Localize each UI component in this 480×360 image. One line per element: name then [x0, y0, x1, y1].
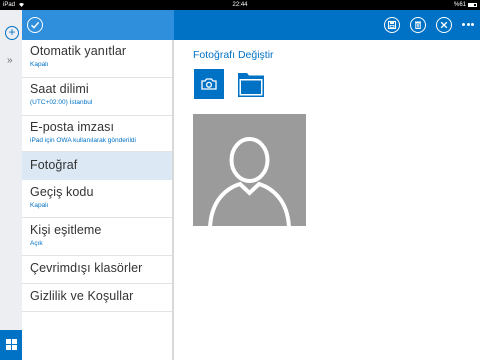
take-photo-button[interactable] — [194, 69, 224, 99]
settings-item-label: Çevrimdışı klasörler — [30, 261, 143, 275]
app-grid-icon — [6, 339, 17, 350]
content-header — [174, 10, 480, 40]
settings-item-sub: Açık — [30, 240, 43, 247]
status-bar: iPad 22:44 %61 — [0, 0, 480, 10]
check-circle-icon[interactable] — [27, 17, 43, 33]
avatar — [193, 114, 306, 226]
status-time: 22:44 — [232, 2, 248, 8]
battery-icon — [468, 3, 477, 7]
settings-item-email-signature[interactable]: E-posta imzası iPad için OWA kullanılara… — [22, 116, 174, 152]
close-icon[interactable] — [436, 17, 452, 33]
browse-photo-button[interactable] — [236, 69, 266, 99]
settings-header — [22, 10, 174, 40]
settings-item-privacy-terms[interactable]: Gizlilik ve Koşullar — [22, 284, 174, 312]
settings-item-passcode[interactable]: Geçiş kodu Kapalı — [22, 180, 174, 218]
settings-item-photo[interactable]: Fotoğraf — [22, 152, 174, 180]
double-chevron-right-icon[interactable]: » — [7, 55, 13, 66]
folder-icon — [238, 73, 264, 97]
settings-item-label: Otomatik yanıtlar — [30, 44, 127, 58]
settings-item-sub: Kapalı — [30, 61, 49, 68]
left-rail: + » — [0, 10, 22, 360]
plus-circle-icon[interactable]: + — [5, 26, 19, 40]
settings-item-contact-sync[interactable]: Kişi eşitleme Açık — [22, 218, 174, 256]
delete-icon[interactable] — [410, 17, 426, 33]
battery-percent: %61 — [453, 2, 466, 8]
settings-item-sub: Kapalı — [30, 202, 49, 209]
settings-item-label: Geçiş kodu — [30, 185, 94, 199]
settings-item-label: Kişi eşitleme — [30, 223, 102, 237]
settings-item-label: Gizlilik ve Koşullar — [30, 289, 134, 303]
settings-item-label: Saat dilimi — [30, 82, 89, 96]
app-launcher-button[interactable] — [0, 330, 22, 360]
settings-item-time-zone[interactable]: Saat dilimi (UTC+02:00) İstanbul — [22, 78, 174, 116]
settings-item-sub: iPad için OWA kullanılarak gönderildi — [30, 137, 136, 144]
settings-item-automatic-replies[interactable]: Otomatik yanıtlar Kapalı — [22, 40, 174, 78]
more-icon[interactable] — [462, 23, 474, 27]
default-person-icon — [208, 137, 291, 226]
settings-list: Otomatik yanıtlar Kapalı Saat dilimi (UT… — [22, 40, 174, 360]
settings-item-sub: (UTC+02:00) İstanbul — [30, 99, 93, 106]
settings-item-offline-folders[interactable]: Çevrimdışı klasörler — [22, 256, 174, 284]
page-title: Fotoğrafı Değiştir — [193, 49, 274, 61]
settings-item-label: E-posta imzası — [30, 120, 115, 134]
save-icon[interactable] — [384, 17, 400, 33]
photo-settings-panel: Fotoğrafı Değiştir — [174, 40, 480, 360]
settings-item-label: Fotoğraf — [30, 158, 78, 172]
camera-icon — [201, 78, 217, 90]
